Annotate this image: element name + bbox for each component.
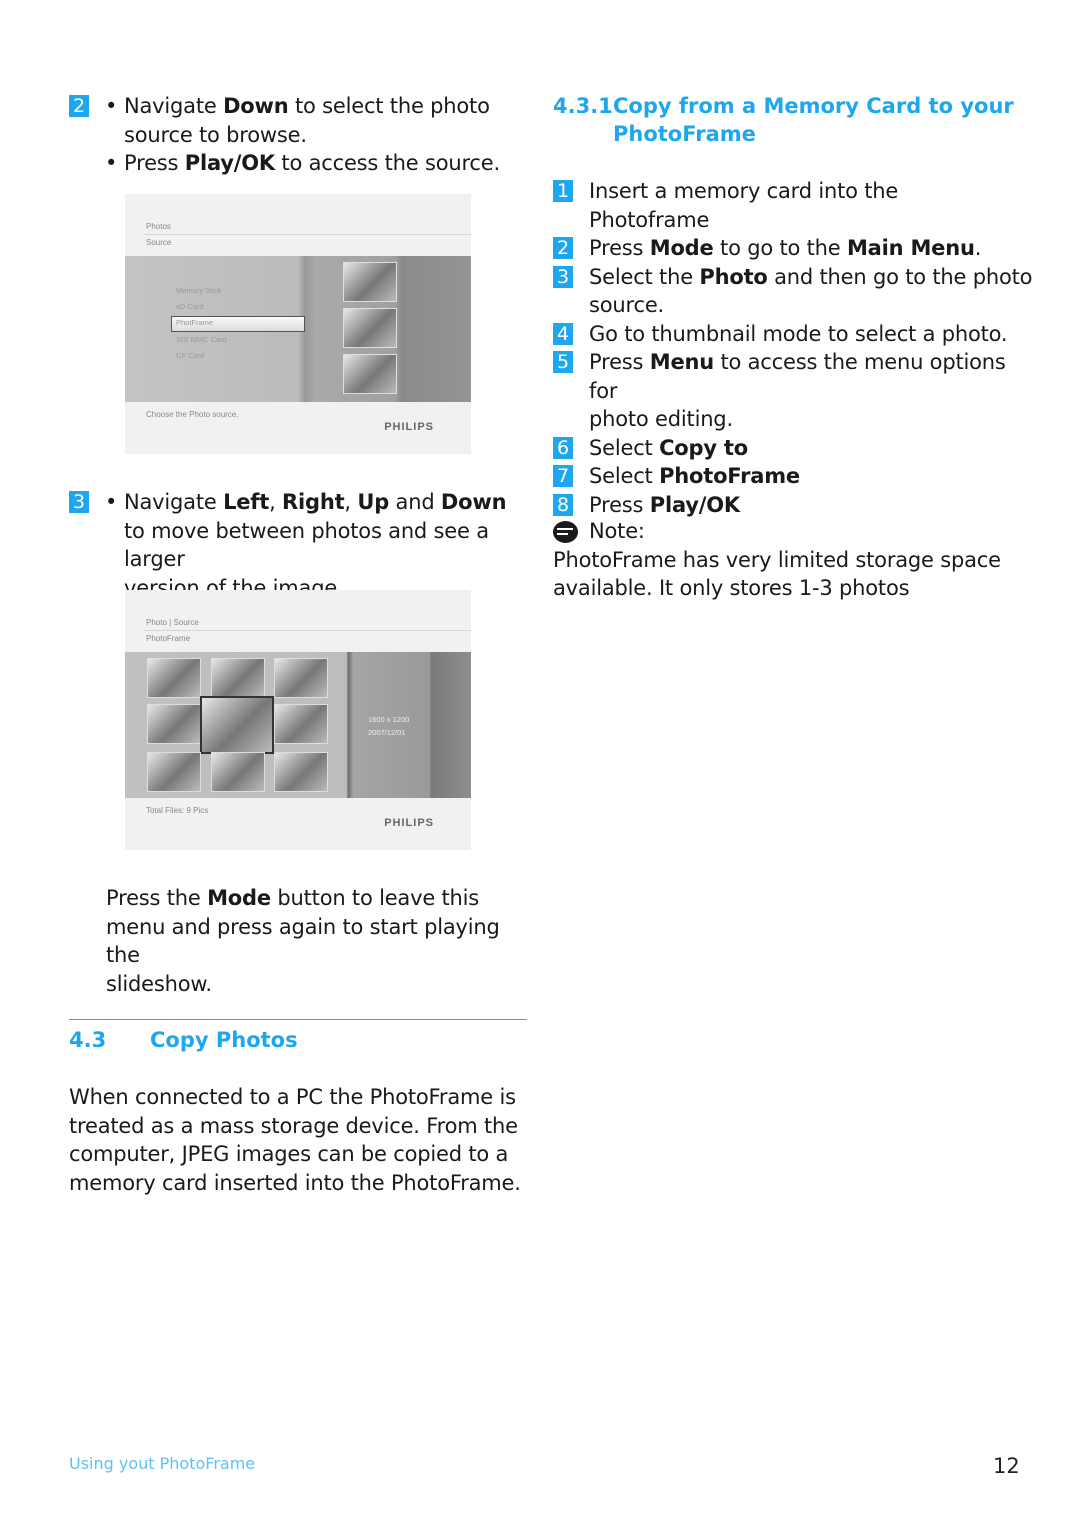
photo-thumbnail-selected	[200, 696, 274, 754]
bullet-icon: •	[105, 490, 118, 514]
bullet-item: • Navigate Down to select the photo sour…	[105, 94, 490, 147]
photo-date: 2007/12/01	[368, 728, 406, 737]
photo-thumbnail	[147, 704, 201, 744]
section-number: 4.3	[69, 1028, 107, 1052]
page-number: 12	[993, 1454, 1020, 1478]
photo-thumbnail	[343, 262, 397, 302]
photo-thumbnail	[147, 752, 201, 792]
bullet-item: • Navigate Left, Right, Up and Down to m…	[105, 490, 507, 600]
bullet-item: • Press Play/OK to access the source.	[69, 149, 539, 178]
photo-thumbnail	[211, 752, 265, 792]
bullet-icon: •	[105, 94, 118, 118]
photo-thumbnail	[343, 354, 397, 394]
photo-thumbnail	[211, 658, 265, 698]
source-item: SD/ MMC Card	[176, 335, 227, 344]
step-badge: 6	[553, 436, 573, 459]
step-item: 4 Go to thumbnail mode to select a photo.	[553, 320, 1033, 349]
section-heading: 4.3	[69, 1026, 106, 1055]
mode-paragraph: Press the Mode button to leave this menu…	[106, 886, 500, 996]
source-item: CF Card	[176, 351, 205, 360]
bullet-icon: •	[105, 151, 118, 175]
source-item: Memory Stick	[176, 286, 222, 295]
step-2-block: 2 • Navigate Down to select the photo so…	[69, 92, 539, 178]
step-badge: 8	[553, 493, 573, 516]
subsection-heading: 4.3.1 Copy from a Memory Card to your Ph…	[553, 92, 1023, 146]
screen-footer: Total Files: 9 Pics	[146, 806, 209, 815]
section-divider	[69, 1019, 527, 1020]
divider	[143, 234, 471, 235]
step-badge: 4	[553, 322, 573, 345]
screen-header-2: PhotoFrame	[146, 634, 191, 643]
step-item: 5 Press Menu to access the menu options f…	[553, 348, 1033, 434]
screen-footer: Choose the Photo source.	[146, 410, 239, 419]
step-badge: 5	[553, 351, 573, 373]
philips-logo: PHILIPS	[384, 421, 434, 433]
source-item: xD Card	[176, 302, 204, 311]
photo-resolution: 1600 x 1200	[368, 715, 410, 724]
screen-header-1: Photo | Source	[146, 618, 199, 627]
subsection-number: 4.3.1	[553, 94, 613, 118]
photo-thumbnail	[147, 658, 201, 698]
subsection-title-line2: PhotoFrame	[613, 122, 756, 146]
photo-thumbnail	[274, 704, 328, 744]
photo-thumbnail	[343, 308, 397, 348]
step-item: 3 Select the Photo and then go to the pho…	[553, 263, 1033, 320]
step-badge: 2	[553, 237, 573, 259]
subsection-title-line1: Copy from a Memory Card to your	[613, 94, 1014, 118]
note-icon	[553, 521, 578, 543]
philips-logo: PHILIPS	[384, 817, 434, 829]
section-title: Copy Photos	[150, 1028, 298, 1052]
section-paragraph: When connected to a PC the PhotoFrame is…	[69, 1085, 521, 1195]
step-badge: 3	[553, 265, 573, 288]
step-item: 2 Press Mode to go to the Main Menu.	[553, 234, 1033, 263]
screen-header-1: Photos	[146, 222, 171, 231]
steps-list: 1 Insert a memory card into the Photoframe…	[553, 177, 1033, 519]
step-badge: 1	[553, 180, 573, 202]
note-text-line1: PhotoFrame has very limited storage spac…	[553, 547, 1001, 572]
step-item: 8 Press Play/OK	[553, 491, 1033, 520]
screen-header-2: Source	[146, 238, 172, 247]
source-item: PhotFrame	[176, 318, 214, 327]
note-block: Note: PhotoFrame has very limited storag…	[553, 517, 1033, 603]
step-3-block: 3 • Navigate Left, Right, Up and Down to…	[69, 488, 539, 602]
step-item: 6 Select Copy to	[553, 434, 1033, 463]
photo-thumbnail	[274, 752, 328, 792]
note-text-line2: available. It only stores 1-3 photos	[553, 576, 910, 600]
photo-thumbnail	[274, 658, 328, 698]
screenshot-photo-source: Photos Source Memory Stick xD Card PhotF…	[125, 194, 471, 454]
step-badge: 7	[553, 465, 573, 487]
screenshot-thumbnail-grid: Photo | Source PhotoFrame 1600 x 1200 20…	[125, 590, 471, 850]
divider	[143, 630, 471, 631]
step-item: 1 Insert a memory card into the Photoframe	[553, 177, 1033, 234]
step-item: 7 Select PhotoFrame	[553, 462, 1033, 491]
footer-section-title: Using yout PhotoFrame	[69, 1454, 256, 1473]
